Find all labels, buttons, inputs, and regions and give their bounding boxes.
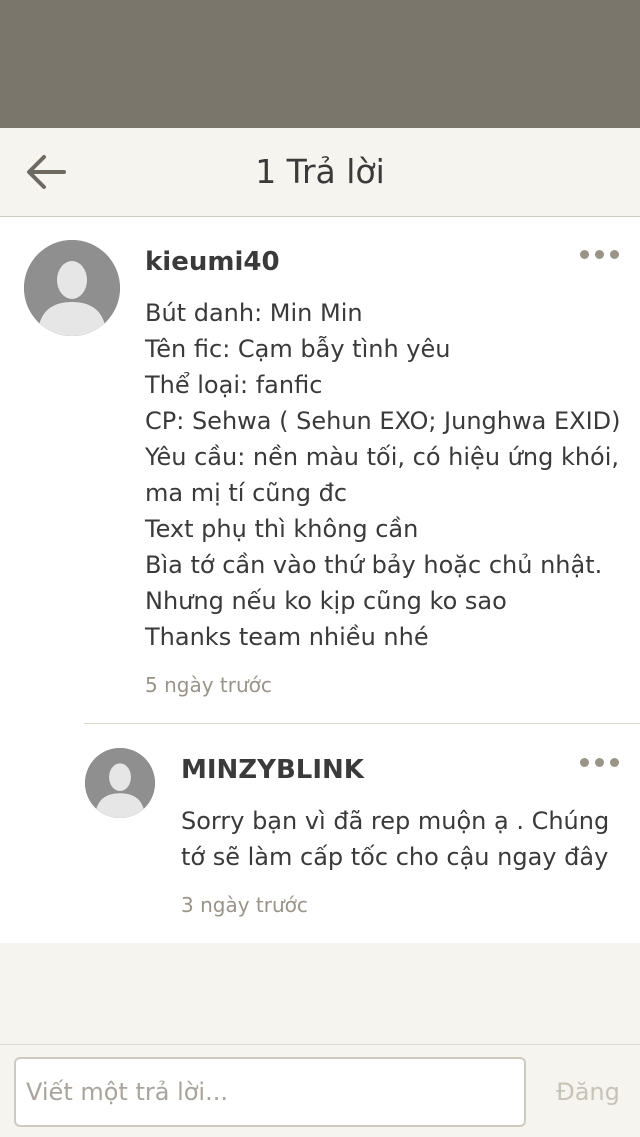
- more-options-icon[interactable]: [580, 751, 620, 771]
- divider: [84, 723, 640, 724]
- reply-input[interactable]: [14, 1057, 526, 1127]
- header: 1 Trả lời: [0, 128, 640, 217]
- avatar[interactable]: [24, 240, 120, 336]
- top-bar: [0, 0, 640, 128]
- page-title: 1 Trả lời: [255, 152, 385, 191]
- comment-line: Yêu cầu: nền màu tối, có hiệu ứng khói,: [145, 443, 620, 471]
- reply-line: tớ sẽ làm cấp tốc cho cậu ngay đây: [181, 843, 609, 871]
- comment-timestamp: 5 ngày trước: [145, 673, 272, 697]
- user-silhouette-icon: [85, 748, 155, 818]
- comment-line: Bút danh: Min Min: [145, 299, 363, 327]
- comment-line: Thể loại: fanfic: [145, 371, 323, 399]
- post-button[interactable]: Đăng: [540, 1057, 636, 1127]
- reply-line: Sorry bạn vì đã rep muộn ạ . Chúng: [181, 807, 610, 835]
- reply-body: Sorry bạn vì đã rep muộn ạ . Chúng tớ sẽ…: [181, 803, 609, 875]
- comment-body: Bút danh: Min Min Tên fic: Cạm bẫy tình …: [145, 295, 621, 655]
- comment-line: Nhưng nếu ko kịp cũng ko sao: [145, 587, 507, 615]
- comment-line: ma mị tí cũng đc: [145, 479, 348, 507]
- user-silhouette-icon: [24, 240, 120, 336]
- comment-thread: kieumi40 Bút danh: Min Min Tên fic: Cạm …: [0, 217, 640, 943]
- comment-line: Text phụ thì không cần: [145, 515, 419, 543]
- reply-username[interactable]: MINZYBLINK: [181, 753, 364, 787]
- comment-line: Tên fic: Cạm bẫy tình yêu: [145, 335, 451, 363]
- comment-line: Bìa tớ cần vào thứ bảy hoặc chủ nhật.: [145, 551, 603, 579]
- comment-line: CP: Sehwa ( Sehun EXO; Junghwa EXID): [145, 407, 621, 435]
- more-options-icon[interactable]: [580, 243, 620, 263]
- reply-composer: Đăng: [0, 1044, 640, 1137]
- reply-timestamp: 3 ngày trước: [181, 893, 308, 917]
- comment-line: Thanks team nhiều nhé: [145, 623, 429, 651]
- avatar[interactable]: [85, 748, 155, 818]
- comment-username[interactable]: kieumi40: [145, 245, 280, 279]
